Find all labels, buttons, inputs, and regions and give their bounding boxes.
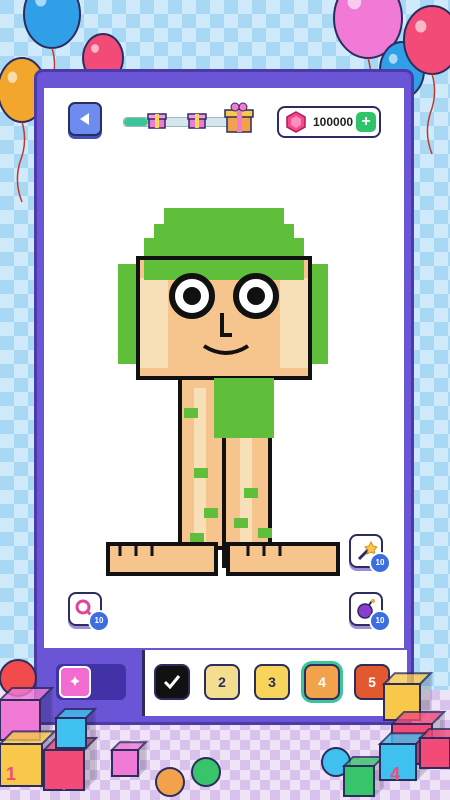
vine-leaf xyxy=(234,518,248,528)
foot-right xyxy=(228,546,338,572)
gift-icon xyxy=(147,113,167,129)
balloon xyxy=(403,5,450,75)
block-letter: 1 xyxy=(6,764,16,784)
vine-leaf xyxy=(252,428,266,438)
gem-count: 100000 xyxy=(313,115,354,129)
vine-leaf xyxy=(190,533,204,543)
gem-icon xyxy=(286,111,306,133)
toy-block xyxy=(111,749,139,777)
bomb-button[interactable]: 10 xyxy=(349,592,391,632)
gift-icon xyxy=(187,113,207,129)
face-shadow xyxy=(280,278,310,368)
toy-block xyxy=(419,737,450,769)
magic-wand-count: 10 xyxy=(369,552,391,574)
toy-ball xyxy=(191,757,221,787)
bomb-count: 10 xyxy=(369,610,391,632)
magnifier-count: 10 xyxy=(88,610,110,632)
back-button[interactable] xyxy=(68,102,102,136)
toy-block xyxy=(343,765,375,797)
magic-wand-button[interactable]: 10 xyxy=(349,534,391,574)
gem-counter: 100000 + xyxy=(277,106,381,138)
foot-left xyxy=(108,546,216,572)
pupil xyxy=(183,287,201,305)
plus-icon: + xyxy=(361,113,371,130)
toy-ball xyxy=(155,767,185,797)
block-letter: 7 xyxy=(60,774,70,794)
toy-block xyxy=(55,717,87,749)
toy-blocks-decoration: 1 7 4 xyxy=(0,659,450,799)
add-gems-button[interactable]: + xyxy=(356,112,376,132)
block-letter: 4 xyxy=(390,764,400,784)
level-progress-fill xyxy=(124,118,148,126)
magnifier-button[interactable]: 10 xyxy=(68,592,110,632)
face-shadow xyxy=(138,278,168,368)
vine-leaf xyxy=(258,528,272,538)
vine-leaf xyxy=(194,468,208,478)
vine-leaf xyxy=(244,488,258,498)
vine-leaf xyxy=(204,508,218,518)
arrow-left-icon xyxy=(80,113,89,125)
pupil xyxy=(247,287,265,305)
gift-box-icon xyxy=(224,102,254,133)
vine-leaf xyxy=(184,408,198,418)
balloon xyxy=(23,0,81,49)
